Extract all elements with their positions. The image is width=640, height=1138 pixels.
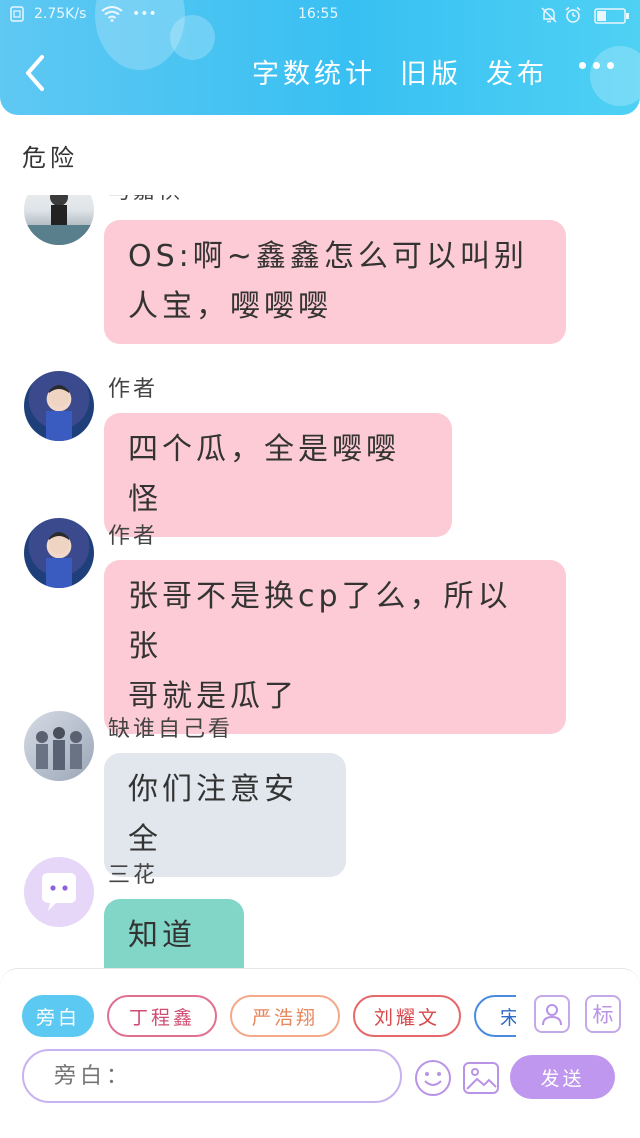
top-bar: 2.75K/s ••• 16:55 字数统计 旧版 发布 — [0, 0, 640, 115]
role-chip-dingchengxin[interactable]: 丁程鑫 — [107, 995, 217, 1037]
status-bar: 2.75K/s ••• 16:55 — [0, 6, 640, 28]
image-icon[interactable] — [462, 1059, 500, 1097]
avatar[interactable] — [24, 195, 94, 245]
wifi-icon — [101, 6, 123, 26]
network-speed: 2.75K/s — [34, 6, 87, 22]
person-icon — [542, 1004, 562, 1026]
message-item: 作者 张哥不是换cp了么，所以张 哥就是瓜了 — [0, 518, 640, 734]
avatar[interactable] — [24, 711, 94, 781]
role-chip-yanhaoxiang[interactable]: 严浩翔 — [230, 995, 340, 1037]
message-item: 三花 知道了 — [0, 857, 640, 968]
message-text-line: 知道了 — [128, 918, 196, 953]
message-text-line: 张哥不是换cp了么，所以张 — [128, 579, 512, 664]
sender-name: 三花 — [108, 863, 159, 888]
mute-bell-icon — [540, 6, 558, 28]
status-dots: ••• — [132, 6, 157, 22]
avatar[interactable] — [24, 518, 94, 588]
message-list: 马嘉祺 OS:啊~鑫鑫怎么可以叫别 人宝，嘤嘤嘤 作者 四个瓜，全是嘤嘤怪 作者… — [0, 195, 640, 968]
sender-name: 缺谁自己看 — [108, 717, 234, 742]
role-chip-song[interactable]: 宋 — [474, 995, 516, 1037]
avatar[interactable] — [24, 857, 94, 927]
role-chip-liuyaowen[interactable]: 刘耀文 — [353, 995, 461, 1037]
more-dot-icon — [579, 62, 586, 69]
alarm-icon — [564, 6, 582, 28]
sender-name: 作者 — [108, 524, 159, 549]
section-title: 危险 — [22, 144, 78, 172]
sender-name: 马嘉祺 — [108, 195, 183, 205]
sender-name: 作者 — [108, 377, 159, 402]
message-input[interactable] — [22, 1049, 402, 1103]
role-chip-narrator[interactable]: 旁白 — [22, 995, 94, 1037]
more-options-button[interactable] — [579, 62, 614, 69]
message-text-line: 你们注意安全 — [128, 772, 298, 857]
chevron-left-icon — [26, 55, 44, 91]
emoji-icon[interactable] — [414, 1059, 452, 1097]
composer-panel: 旁白 丁程鑫 严浩翔 刘耀文 宋 标 发送 — [0, 968, 640, 1138]
message-item: 作者 四个瓜，全是嘤嘤怪 — [0, 371, 640, 537]
message-item: 缺谁自己看 你们注意安全 — [0, 711, 640, 877]
app-root: 2.75K/s ••• 16:55 字数统计 旧版 发布 危险 OS:啊~鑫鑫怎… — [0, 0, 640, 1138]
message-bubble[interactable]: 张哥不是换cp了么，所以张 哥就是瓜了 — [104, 560, 566, 734]
message-bubble[interactable]: 知道了 — [104, 899, 244, 968]
battery-icon — [594, 8, 630, 28]
nav-actions: 字数统计 旧版 发布 — [252, 52, 548, 91]
contact-card-button[interactable] — [534, 995, 570, 1033]
message-text-line: 人宝，嘤嘤嘤 — [128, 289, 332, 324]
chat-face-icon — [42, 873, 76, 911]
avatar[interactable] — [24, 371, 94, 441]
clock: 16:55 — [298, 6, 339, 22]
more-dot-icon — [607, 62, 614, 69]
back-button[interactable] — [18, 50, 54, 96]
sim-icon — [10, 6, 24, 26]
more-dot-icon — [593, 62, 600, 69]
message-text-line: OS:啊~鑫鑫怎么可以叫别 — [128, 239, 528, 274]
role-chip-scroll-clip: 宋 — [474, 995, 516, 1037]
publish-button[interactable]: 发布 — [486, 52, 548, 91]
tag-button[interactable]: 标 — [585, 995, 621, 1033]
word-count-button[interactable]: 字数统计 — [252, 52, 376, 91]
nav-bar: 字数统计 旧版 发布 — [0, 46, 640, 106]
message-bubble[interactable]: OS:啊~鑫鑫怎么可以叫别 人宝，嘤嘤嘤 — [104, 220, 566, 344]
old-version-button[interactable]: 旧版 — [400, 52, 462, 91]
send-button[interactable]: 发送 — [510, 1055, 615, 1099]
message-text-line: 四个瓜，全是嘤嘤怪 — [128, 432, 400, 517]
message-item: 马嘉祺 OS:啊~鑫鑫怎么可以叫别 人宝，嘤嘤嘤 — [0, 195, 640, 345]
